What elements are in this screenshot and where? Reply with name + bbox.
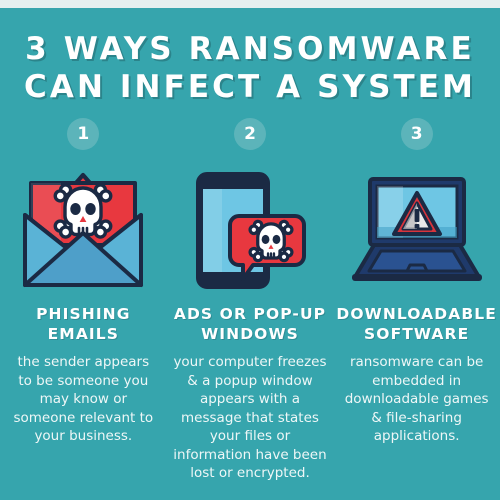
step-number-1: 1 <box>77 123 90 144</box>
step-badge-1: 1 <box>67 118 100 150</box>
top-accent-band <box>0 0 500 8</box>
step-number-3: 3 <box>410 123 423 144</box>
column-heading-2: ADS OR POP-UP WINDOWS <box>173 305 327 343</box>
column-body-1: the sender appears to be someone you may… <box>13 354 154 444</box>
column-body-2: your computer freezes & a popup window a… <box>173 354 327 481</box>
column-heading-3: DOWNLOADABLE SOFTWARE <box>336 305 497 343</box>
title-line-2: CAN INFECT A SYSTEM <box>24 69 476 105</box>
laptop-warning-icon <box>347 168 487 292</box>
smartphone-popup-skull-icon <box>195 168 306 292</box>
column-heading-1: PHISHING EMAILS <box>36 305 131 343</box>
infographic-poster: 3 WAYS RANSOMWARE CAN INFECT A SYSTEM 1 <box>0 0 500 500</box>
title-line-1: 3 WAYS RANSOMWARE <box>25 31 475 67</box>
columns-container: 1 PHISHING EMAILS the sender appears to … <box>0 118 500 483</box>
envelope-skull-icon <box>22 168 144 292</box>
page-title: 3 WAYS RANSOMWARE CAN INFECT A SYSTEM <box>0 30 500 106</box>
column-downloadable-software: 3 DOWNLOADABLE SOFTWARE ransomware can b… <box>333 118 500 446</box>
step-badge-3: 3 <box>400 118 433 150</box>
step-badge-2: 2 <box>233 118 266 150</box>
column-ads-popups: 2 ADS OR POP-UP WINDOWS your computer fr… <box>167 118 334 483</box>
column-phishing-emails: 1 PHISHING EMAILS the sender appears to … <box>0 118 167 446</box>
column-body-3: ransomware can be embedded in downloadab… <box>344 354 489 444</box>
step-number-2: 2 <box>244 123 256 144</box>
